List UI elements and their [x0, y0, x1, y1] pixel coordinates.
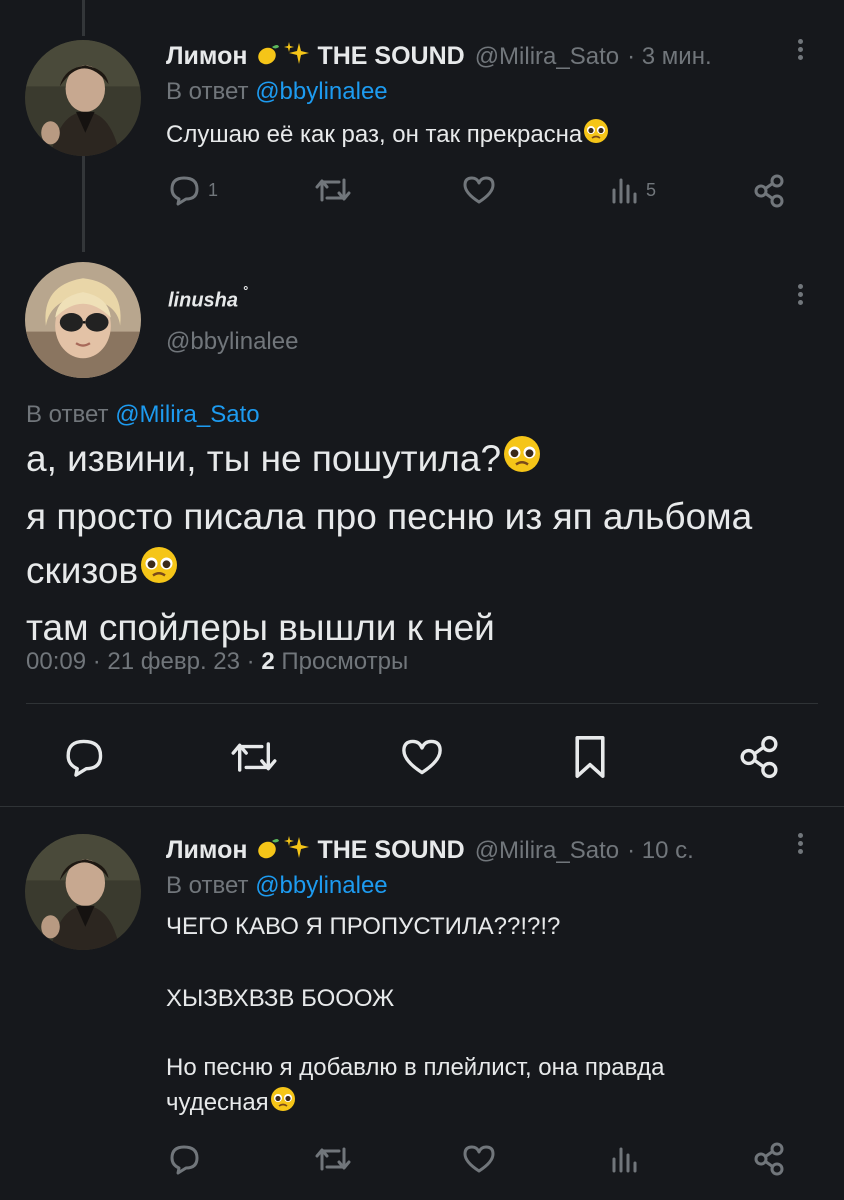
user-handle[interactable]: @Milira_Sato	[475, 43, 619, 71]
tweet-line: скизов	[26, 544, 826, 602]
timestamp[interactable]: 00:09 · 21 февр. 23 ·	[26, 648, 255, 675]
tweet-header: Лимон THE SOUND @Milira_Sato · 3 мин.	[166, 40, 712, 73]
tweet-line-text: а, извини, ты не пошутила?	[26, 438, 502, 479]
views-label[interactable]: Просмотры	[281, 648, 408, 675]
tweet-line: Но песню я добавлю в плейлист, она правд…	[166, 1054, 665, 1081]
share-button[interactable]	[737, 734, 781, 785]
reply-mention[interactable]: @bbylinalee	[255, 872, 387, 899]
tweet-line: а, извини, ты не пошутила?	[26, 432, 826, 490]
retweet-button[interactable]	[313, 174, 353, 206]
share-button[interactable]	[752, 174, 786, 208]
tweet-line: ХЫЗВХВЗВ БОООЖ	[166, 985, 395, 1012]
reply-button[interactable]	[168, 1143, 202, 1175]
user-handle[interactable]: @bbylinalee	[166, 328, 298, 356]
timestamp[interactable]: · 3 мин.	[627, 43, 712, 71]
tweet-line-text: скизов	[26, 549, 139, 591]
like-button[interactable]	[400, 736, 444, 783]
display-name[interactable]: linusha ˚	[168, 286, 247, 313]
avatar[interactable]	[25, 834, 141, 950]
thread-line	[82, 156, 85, 252]
more-icon[interactable]	[795, 36, 805, 66]
share-button[interactable]	[752, 1142, 786, 1176]
tweet-text: Слушаю её как раз, он так прекрасна	[166, 117, 610, 154]
user-handle[interactable]: @Milira_Sato	[475, 837, 619, 865]
tweet-body: Слушаю её как раз, он так прекрасна	[166, 120, 583, 148]
pleading-face-icon	[501, 433, 543, 490]
reply-prefix: В ответ	[166, 872, 249, 899]
tweet-text: а, извини, ты не пошутила? я просто писа…	[26, 432, 826, 655]
timestamp[interactable]: · 10 с.	[627, 837, 694, 865]
reply-button[interactable]	[63, 736, 107, 783]
tweet-header: Лимон THE SOUND @Milira_Sato · 10 с.	[166, 834, 694, 867]
reply-mention[interactable]: @Milira_Sato	[115, 401, 259, 428]
display-name[interactable]: Лимон	[166, 42, 247, 71]
reply-context: В ответ @bbylinalee	[166, 78, 388, 106]
views-button[interactable]	[608, 1143, 640, 1175]
lemon-icon	[255, 835, 281, 866]
bookmark-button[interactable]	[572, 734, 608, 785]
badge-text: THE SOUND	[317, 42, 465, 70]
reply-count: 1	[208, 179, 219, 200]
reply-prefix: В ответ	[26, 401, 109, 428]
tweet-meta: 00:09 · 21 февр. 23 · 2 Просмотры	[26, 648, 408, 676]
like-button[interactable]	[462, 174, 496, 206]
pleading-face-icon	[138, 544, 180, 601]
thread-line-top	[82, 0, 85, 36]
display-name-text: linusha	[168, 289, 239, 312]
avatar[interactable]	[25, 40, 141, 156]
sparkles-icon	[283, 834, 311, 867]
pleading-face-icon	[269, 1085, 297, 1122]
avatar[interactable]	[25, 262, 141, 378]
reply-button[interactable]: 1	[168, 174, 218, 206]
tweet-line: ЧЕГО КАВО Я ПРОПУСТИЛА??!?!?	[166, 913, 561, 940]
name-suffix: ˚	[242, 286, 248, 303]
badge-text: THE SOUND	[317, 836, 465, 864]
more-icon[interactable]	[795, 830, 805, 860]
like-button[interactable]	[462, 1143, 496, 1175]
divider	[26, 703, 818, 704]
tweet-line: чудесная	[166, 1085, 297, 1122]
pleading-face-icon	[582, 117, 610, 154]
reply-context: В ответ @Milira_Sato	[26, 401, 260, 429]
views-button[interactable]: 5	[608, 174, 656, 206]
lemon-icon	[255, 41, 281, 72]
retweet-button[interactable]	[228, 736, 280, 783]
divider	[0, 806, 844, 807]
more-icon[interactable]	[795, 281, 805, 311]
retweet-button[interactable]	[313, 1143, 353, 1175]
tweet-line-text: чудесная	[166, 1088, 269, 1116]
display-name[interactable]: Лимон	[166, 836, 247, 865]
views-count: 2	[261, 648, 275, 675]
sparkles-icon	[283, 40, 311, 73]
reply-mention[interactable]: @bbylinalee	[255, 78, 387, 105]
reply-context: В ответ @bbylinalee	[166, 872, 388, 900]
reply-prefix: В ответ	[166, 78, 249, 105]
tweet-line: я просто писала про песню из яп альбома	[26, 495, 753, 537]
views-count: 5	[646, 179, 657, 200]
